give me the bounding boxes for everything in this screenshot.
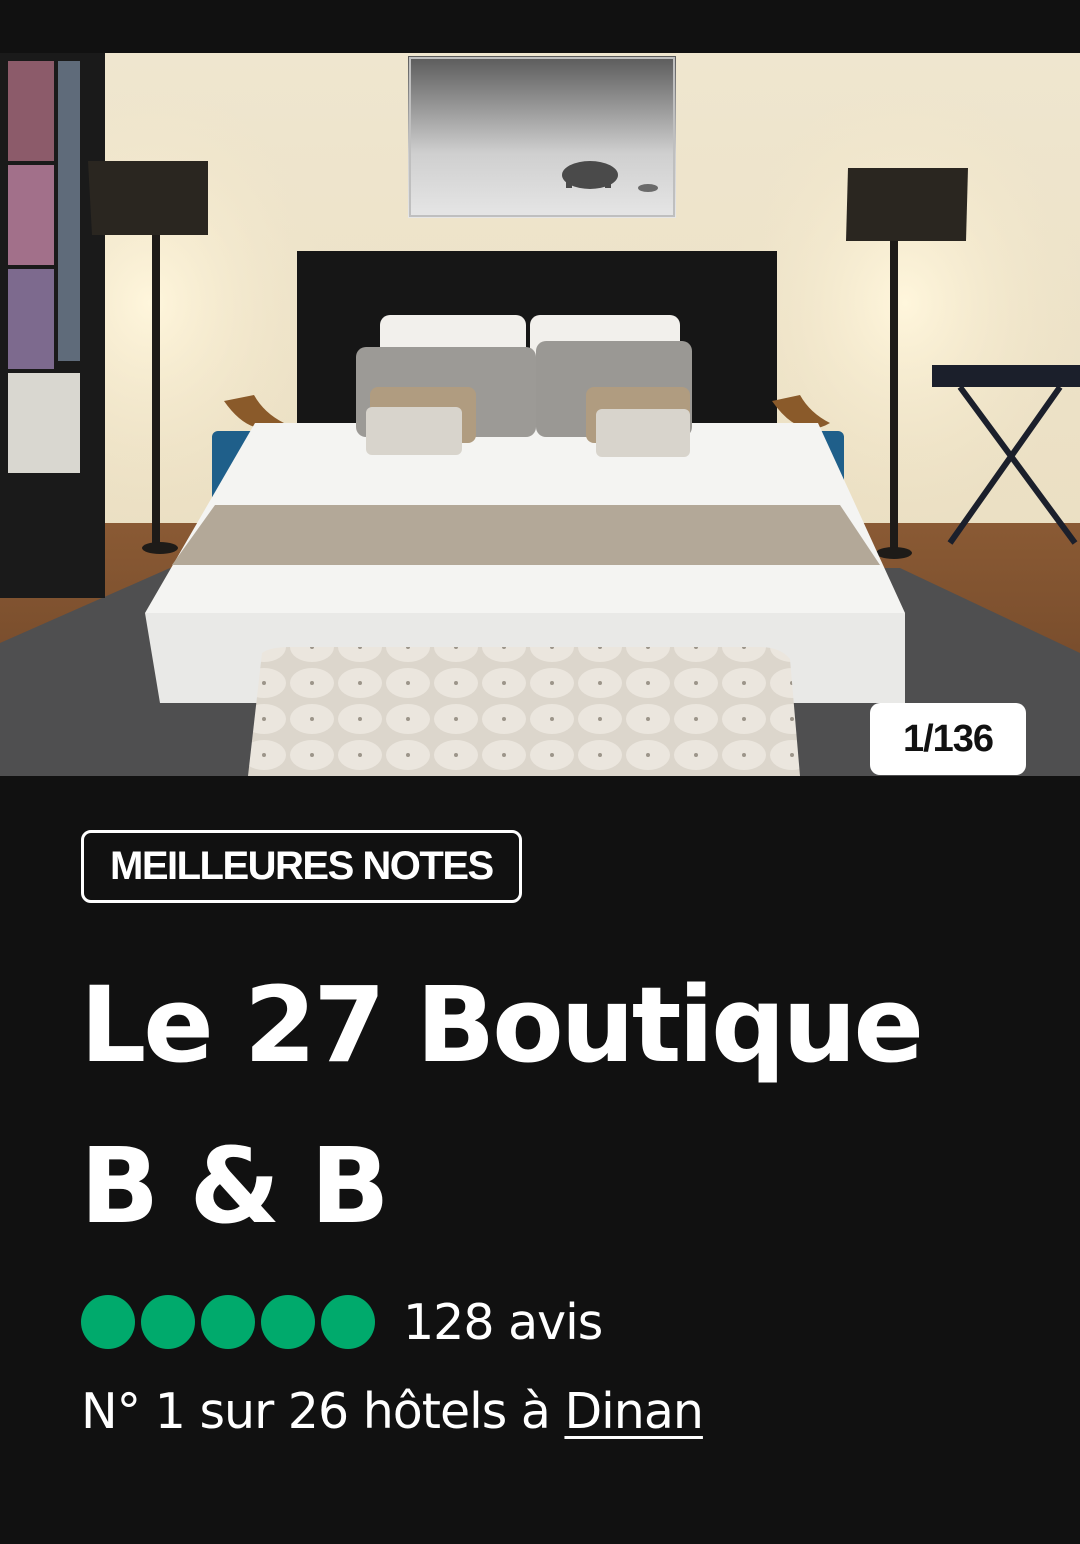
ranking-text: N° 1 sur 26 hôtels à Dinan bbox=[81, 1383, 704, 1440]
rating-bubble-icon bbox=[81, 1295, 135, 1349]
photo-counter-badge: 1/136 bbox=[870, 703, 1026, 775]
city-link[interactable]: Dinan bbox=[564, 1383, 703, 1440]
ranking-prefix: N° 1 sur 26 hôtels à bbox=[81, 1383, 551, 1440]
hotel-photo-carousel[interactable]: 1/136 bbox=[0, 53, 1080, 776]
rating-bubble-icon bbox=[141, 1295, 195, 1349]
bedroom-photo bbox=[0, 53, 1080, 776]
rating-bubble-icon bbox=[201, 1295, 255, 1349]
hotel-name: Le 27 Boutique B & B bbox=[80, 964, 924, 1247]
rating-bubbles bbox=[81, 1295, 381, 1349]
rating-bubble-icon bbox=[321, 1295, 375, 1349]
rating-bubble-icon bbox=[261, 1295, 315, 1349]
top-rated-badge: MEILLEURES NOTES bbox=[81, 830, 522, 903]
status-bar bbox=[0, 0, 1080, 53]
review-count-link[interactable]: 128 avis bbox=[403, 1294, 603, 1351]
rating-row[interactable]: 128 avis bbox=[81, 1291, 603, 1353]
